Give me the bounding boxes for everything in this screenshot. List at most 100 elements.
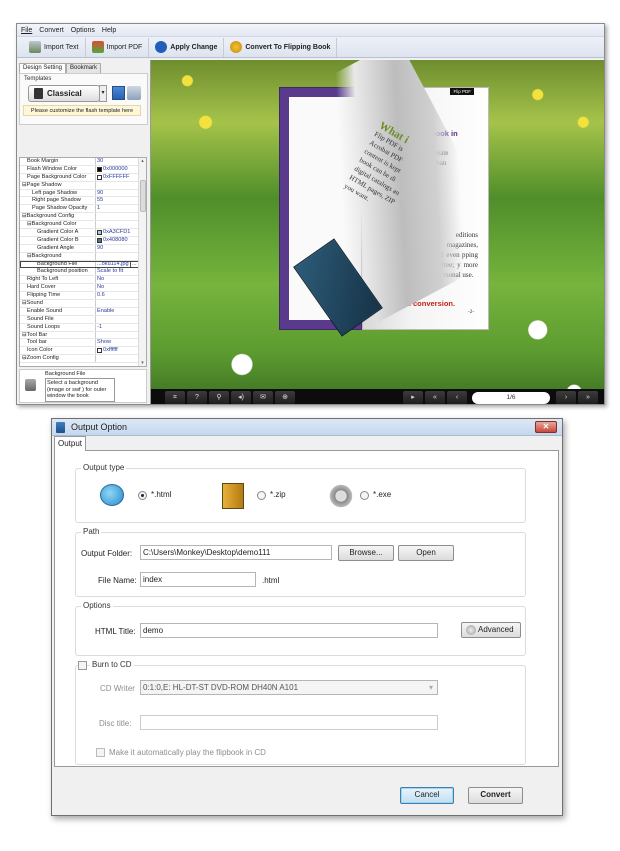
burn-to-cd-checkbox[interactable] xyxy=(78,661,87,670)
burn-to-cd-label[interactable]: Burn to CD xyxy=(90,660,134,669)
menu-convert[interactable]: Convert xyxy=(39,27,64,34)
help-icon[interactable]: ? xyxy=(187,391,207,404)
radio-exe-label[interactable]: *.exe xyxy=(373,490,391,499)
load-template-icon[interactable] xyxy=(127,86,141,100)
fit-screen-icon[interactable]: ⌗ xyxy=(165,391,185,404)
property-key: Gradient Angle xyxy=(20,244,96,252)
convert-button[interactable]: Convert xyxy=(468,787,523,804)
property-row[interactable]: ⊟Zoom Config xyxy=(20,355,146,364)
next-page-icon[interactable]: › xyxy=(556,391,576,404)
property-row[interactable]: Background position Scale to fit xyxy=(20,268,146,277)
html-title-label: HTML Title: xyxy=(95,627,136,636)
property-value-text: 90 xyxy=(97,189,104,196)
file-name-input[interactable]: index xyxy=(140,572,256,587)
radio-zip[interactable] xyxy=(257,491,266,500)
color-swatch xyxy=(97,166,102,172)
zoom-icon[interactable]: ⊕ xyxy=(275,391,295,404)
property-row[interactable]: Hard Cover No xyxy=(20,284,146,293)
output-folder-label: Output Folder: xyxy=(81,549,133,558)
tab-bookmark[interactable]: Bookmark xyxy=(66,63,102,73)
scroll-up-icon[interactable]: ▴ xyxy=(139,158,146,164)
property-row[interactable]: Enable Sound Enable xyxy=(20,307,146,316)
property-row[interactable]: Page Shadow Opacity 1 xyxy=(20,205,146,214)
tab-output[interactable]: Output xyxy=(54,436,86,451)
property-row[interactable]: ⊟Sound xyxy=(20,300,146,308)
property-row[interactable]: ⊟Page Shadow xyxy=(20,181,146,190)
property-key: Icon Color xyxy=(20,347,96,355)
flipbook-toolbar: ⌗? ⚲ ◂) ✉ ⊕ ▸ «‹ 1/6 ›» xyxy=(151,389,604,404)
advanced-button[interactable]: Advanced xyxy=(461,622,521,638)
tab-design-setting[interactable]: Design Setting xyxy=(19,63,67,73)
page-number: -2- xyxy=(468,310,474,315)
property-value-text: No xyxy=(97,276,105,283)
save-template-icon[interactable] xyxy=(112,86,125,100)
description-text: Select a background (image or swf ) for … xyxy=(45,378,115,402)
path-legend: Path xyxy=(81,527,102,536)
property-row[interactable]: Right page Shadow 55 xyxy=(20,197,146,206)
property-row[interactable]: Sound File xyxy=(20,315,146,324)
cd-writer-select[interactable]: 0:1:0,E: HL-DT-ST DVD-ROM DH40N A101 ▾ xyxy=(140,680,438,695)
scroll-down-icon[interactable]: ▾ xyxy=(139,360,146,366)
property-row[interactable]: Right To Left No xyxy=(20,276,146,285)
template-dropdown-arrow-icon[interactable]: ▾ xyxy=(99,85,107,102)
property-row[interactable]: Gradient Angle 90 xyxy=(20,244,146,253)
property-key: Book Margin xyxy=(20,158,96,165)
cancel-button[interactable]: Cancel xyxy=(400,787,454,804)
color-swatch xyxy=(97,348,102,354)
page-indicator-input[interactable]: 1/6 xyxy=(472,391,550,404)
sound-icon[interactable]: ◂) xyxy=(231,391,251,404)
property-row[interactable]: ⊟Tool Bar xyxy=(20,331,146,340)
scrollbar-thumb[interactable] xyxy=(140,180,146,212)
database-icon xyxy=(25,379,36,391)
property-row[interactable]: Book Margin 30 xyxy=(20,158,146,166)
import-pdf-button[interactable]: Import PDF xyxy=(86,37,150,57)
output-folder-input[interactable]: C:\Users\Monkey\Desktop\demo111 xyxy=(140,545,332,560)
last-page-icon[interactable]: » xyxy=(578,391,598,404)
prev-page-icon[interactable]: ‹ xyxy=(447,391,467,404)
property-row[interactable]: Flipping Time 0.6 xyxy=(20,292,146,301)
import-text-button[interactable]: Import Text xyxy=(23,37,86,57)
menu-file[interactable]: File xyxy=(21,27,32,34)
radio-exe[interactable] xyxy=(360,491,369,500)
email-icon[interactable]: ✉ xyxy=(253,391,273,404)
cd-writer-value: 0:1:0,E: HL-DT-ST DVD-ROM DH40N A101 xyxy=(143,683,299,692)
first-page-icon[interactable]: « xyxy=(425,391,445,404)
open-button[interactable]: Open xyxy=(398,545,454,561)
property-row[interactable]: Icon Color 0xffffff xyxy=(20,347,146,356)
convert-to-flipping-book-button[interactable]: Convert To Flipping Book xyxy=(224,37,338,57)
html-title-input[interactable]: demo xyxy=(140,623,438,638)
disc-title-input[interactable] xyxy=(140,715,438,730)
menu-help[interactable]: Help xyxy=(102,27,116,34)
browse-button[interactable]: Browse... xyxy=(338,545,394,561)
property-row[interactable]: ⊟Background Color xyxy=(20,221,146,230)
property-scrollbar[interactable]: ▴ ▾ xyxy=(138,158,146,366)
property-row[interactable]: Background File ...oku114.jpg… xyxy=(20,260,146,269)
output-option-dialog: Output Option ✕ Output Output type *.htm… xyxy=(51,418,563,816)
radio-zip-label[interactable]: *.zip xyxy=(270,490,286,499)
autoplay-checkbox[interactable] xyxy=(96,748,105,757)
menu-options[interactable]: Options xyxy=(71,27,95,34)
radio-html-label[interactable]: *.html xyxy=(151,490,171,499)
property-row[interactable]: Page Background Color 0xFFFFFF xyxy=(20,173,146,182)
property-row[interactable]: Left page Shadow 90 xyxy=(20,189,146,198)
apply-change-button[interactable]: Apply Change xyxy=(149,37,225,57)
property-row[interactable]: Gradient Color B 0x408080 xyxy=(20,236,146,245)
app-icon xyxy=(56,421,65,433)
close-button[interactable]: ✕ xyxy=(535,421,557,433)
radio-html[interactable] xyxy=(138,491,147,500)
template-select[interactable]: Classical xyxy=(28,85,100,102)
search-icon[interactable]: ⚲ xyxy=(209,391,229,404)
property-value-text: ...oku114.jpg xyxy=(97,260,129,267)
property-key: Tool bar xyxy=(20,339,96,347)
property-row[interactable]: Tool bar Show xyxy=(20,339,146,348)
advanced-settings-icon xyxy=(466,625,476,635)
play-icon[interactable]: ▸ xyxy=(403,391,423,404)
property-row[interactable]: ⊟Background Config xyxy=(20,213,146,222)
property-row[interactable]: Flash Window Color 0x000000 xyxy=(20,165,146,174)
property-row[interactable]: Sound Loops -1 xyxy=(20,323,146,332)
chevron-down-icon: ▾ xyxy=(428,683,433,692)
autoplay-label[interactable]: Make it automatically play the flipbook … xyxy=(109,748,266,757)
dialog-titlebar[interactable]: Output Option xyxy=(52,419,562,436)
property-row[interactable]: ⊟Background xyxy=(20,252,146,261)
property-row[interactable]: Gradient Color A 0xA3CFD1 xyxy=(20,229,146,237)
